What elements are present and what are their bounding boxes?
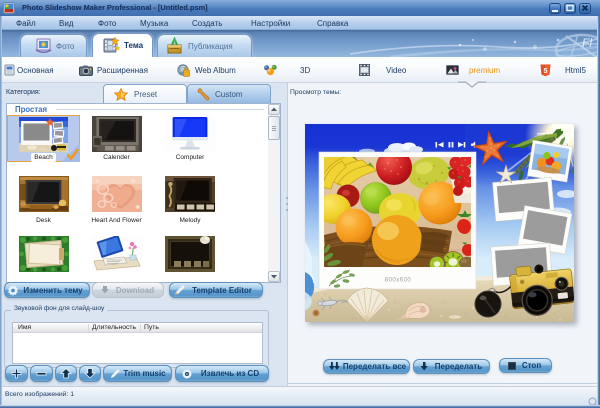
svg-text:Fl: Fl: [582, 36, 592, 50]
svg-text:5: 5: [544, 68, 548, 75]
svg-text:800x600: 800x600: [385, 278, 412, 284]
